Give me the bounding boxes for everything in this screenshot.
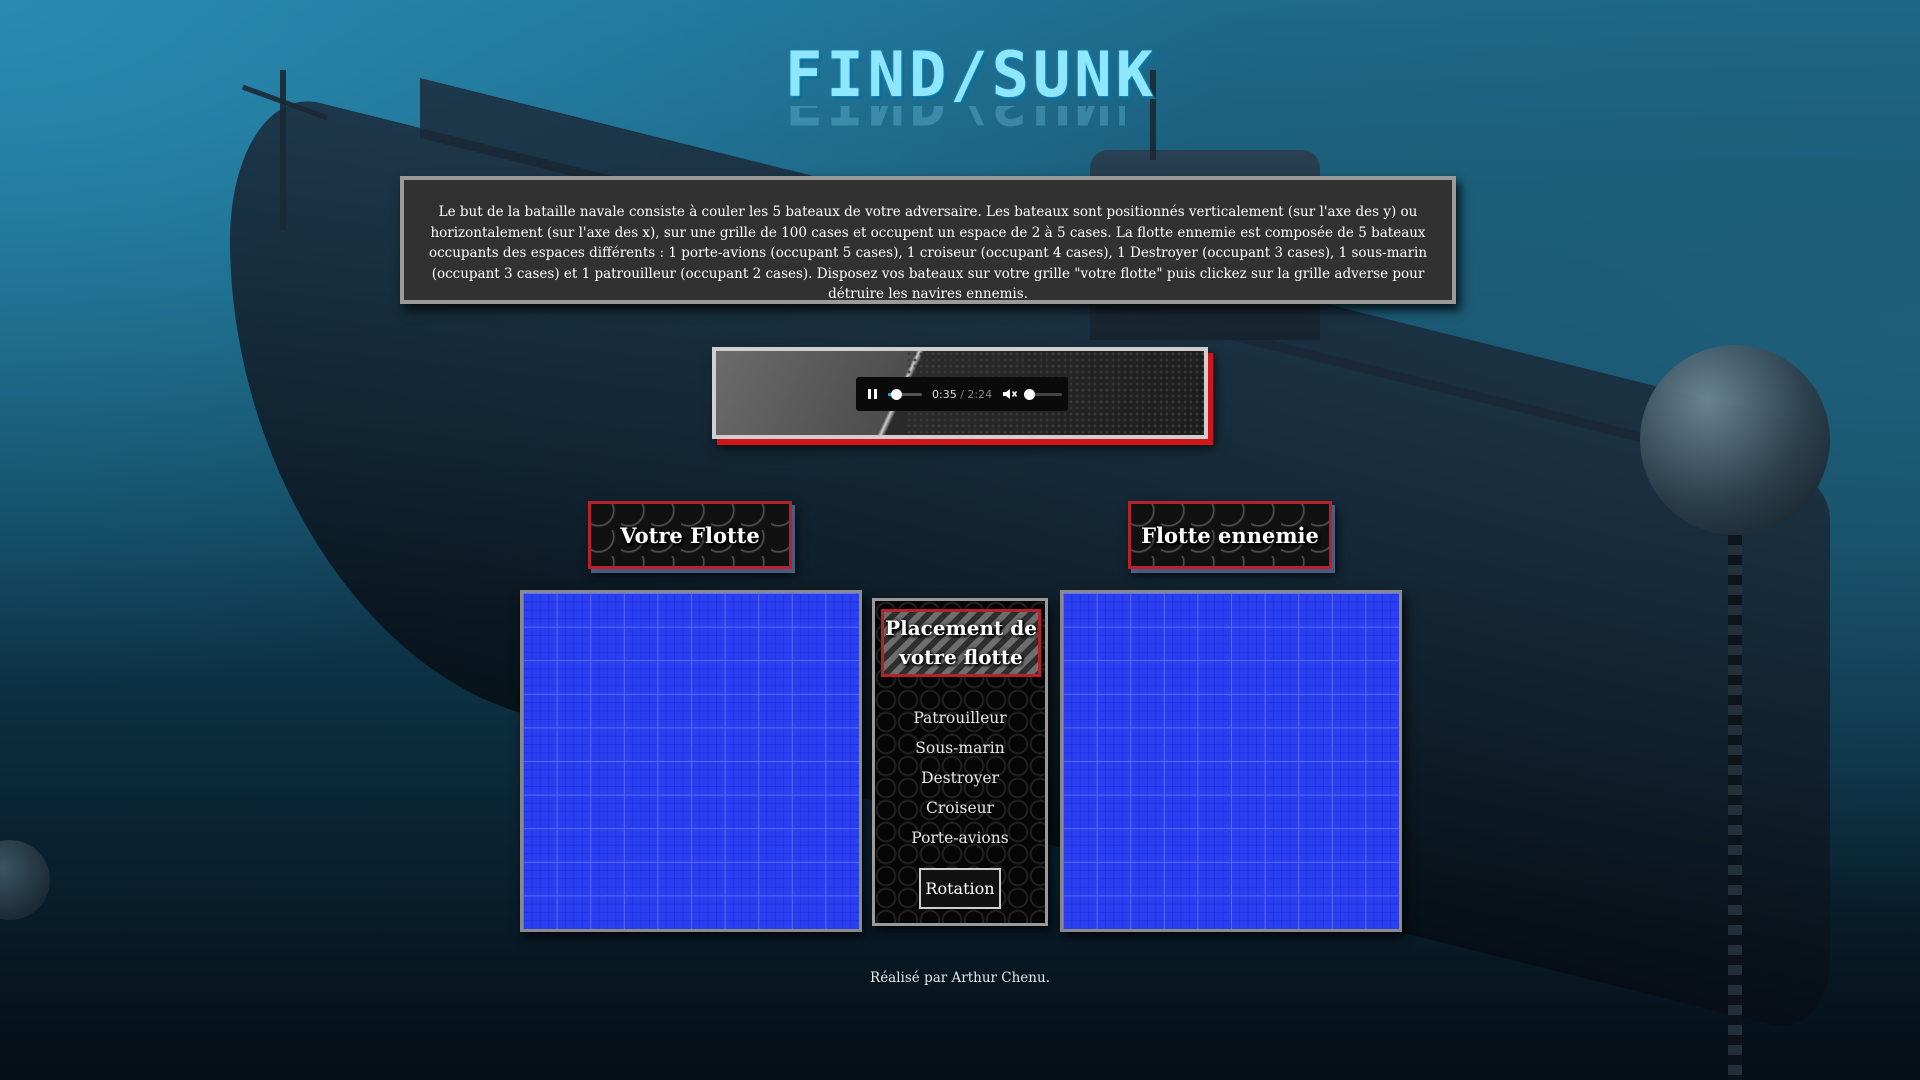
small-sea-mine-decoration (0, 840, 50, 920)
ship-list: Patrouilleur Sous-marin Destroyer Croise… (875, 703, 1045, 853)
audio-player[interactable]: 0:35 / 2:24 (856, 377, 1068, 411)
player-fleet-grid[interactable] (520, 590, 862, 932)
pause-button[interactable] (864, 386, 880, 402)
fleet-placement-panel: Placement de votre flotte Patrouilleur S… (872, 598, 1048, 926)
ship-item-patrouilleur[interactable]: Patrouilleur (875, 703, 1045, 733)
ship-item-destroyer[interactable]: Destroyer (875, 763, 1045, 793)
duration: 2:24 (967, 387, 993, 401)
ship-item-sous-marin[interactable]: Sous-marin (875, 733, 1045, 763)
footer-credit: Réalisé par Arthur Chenu. (870, 970, 1050, 986)
rules-box: Le but de la bataille navale consiste à … (400, 176, 1456, 304)
game-logo: FIND/SUNK FIND/SUNK (785, 38, 1157, 134)
player-fleet-title: Votre Flotte (588, 501, 792, 569)
rotation-button[interactable]: Rotation (919, 868, 1001, 909)
time-separator: / (956, 387, 968, 401)
sea-mine-decoration (1640, 345, 1830, 535)
seek-slider[interactable] (888, 388, 922, 400)
mine-chain-decoration (1728, 535, 1742, 1080)
mast-left (280, 70, 286, 230)
ship-item-porte-avions[interactable]: Porte-avions (875, 823, 1045, 853)
volume-muted-icon (1003, 389, 1018, 399)
pause-icon (866, 389, 878, 399)
volume-handle[interactable] (1024, 388, 1036, 400)
seek-handle[interactable] (890, 388, 902, 400)
volume-slider[interactable] (1024, 388, 1063, 400)
mute-button[interactable] (1002, 386, 1018, 402)
current-time: 0:35 (932, 387, 957, 401)
enemy-fleet-title: Flotte ennemie (1128, 501, 1332, 569)
audio-player-frame: 0:35 / 2:24 (712, 347, 1208, 439)
time-display: 0:35 / 2:24 (932, 388, 992, 401)
placement-title: Placement de votre flotte (881, 609, 1041, 677)
rules-text: Le but de la bataille navale consiste à … (428, 204, 1428, 303)
logo-text: FIND/SUNK (785, 38, 1157, 111)
ship-item-croiseur[interactable]: Croiseur (875, 793, 1045, 823)
enemy-fleet-grid[interactable] (1060, 590, 1402, 932)
logo-reflection: FIND/SUNK (785, 106, 1125, 132)
